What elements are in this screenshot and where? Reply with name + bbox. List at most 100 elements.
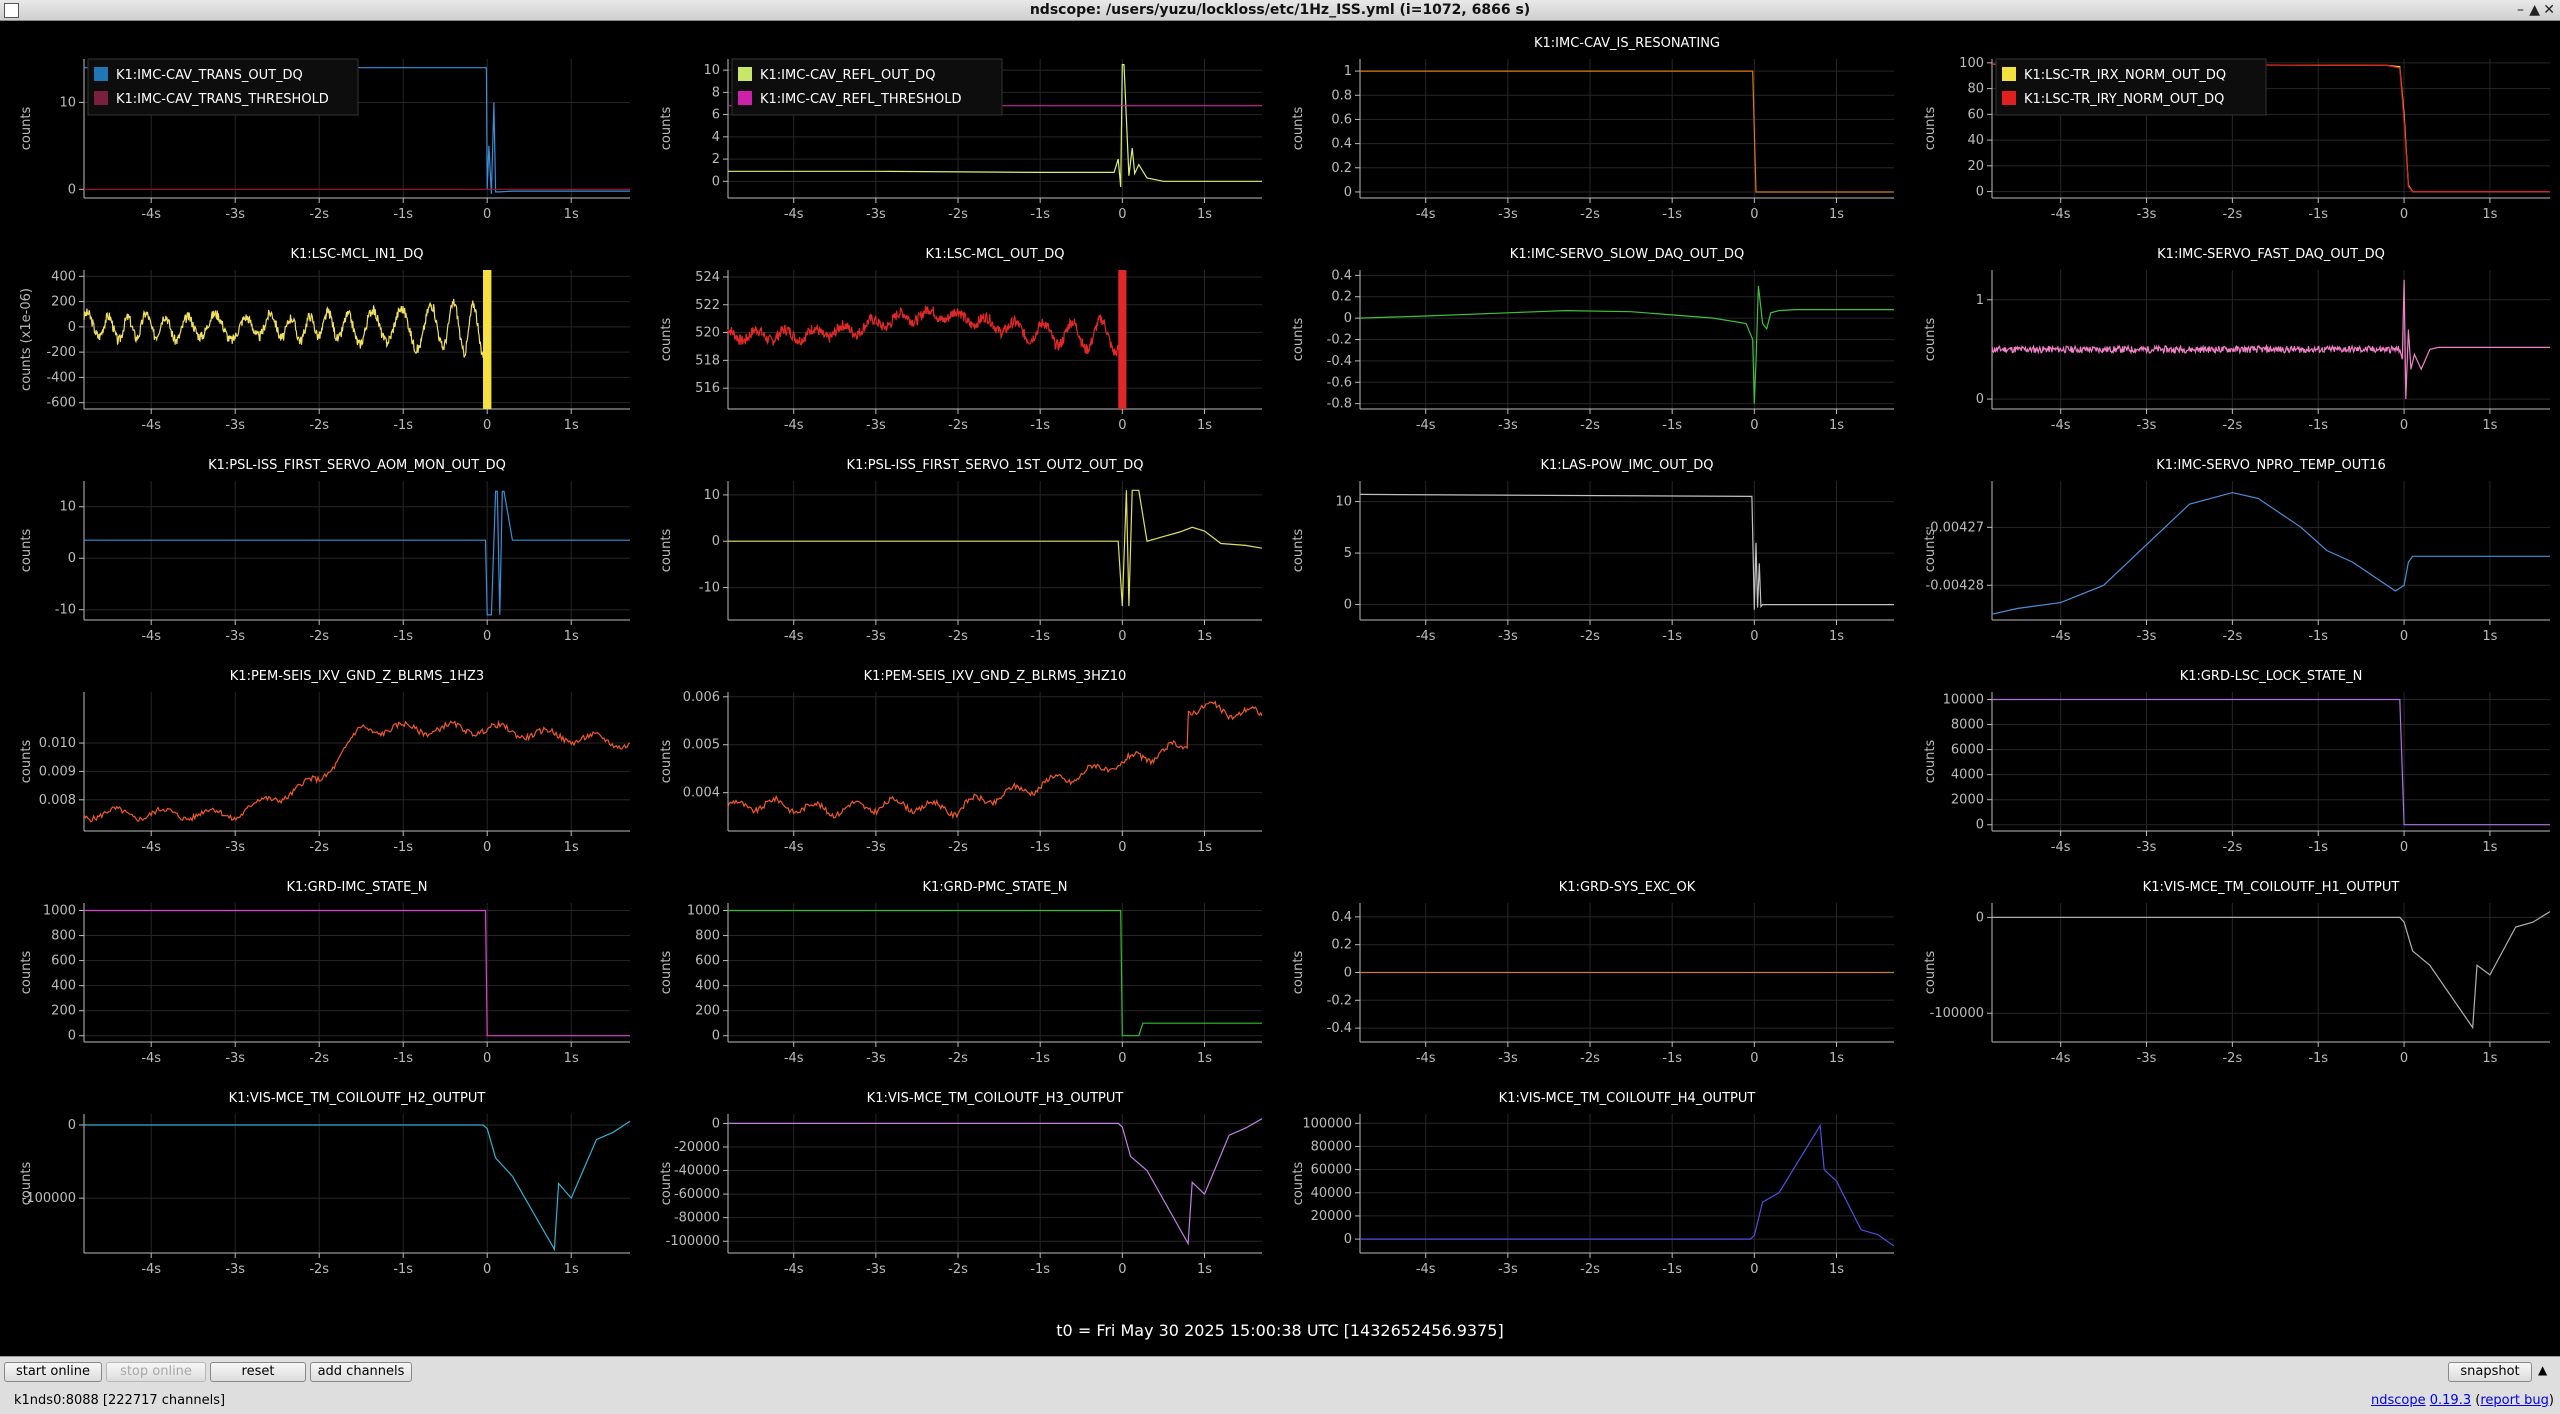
x-tick-label: -3s	[225, 418, 245, 433]
y-tick-label: 400	[695, 979, 720, 994]
y-tick-label: 1000	[43, 904, 76, 919]
plot-4[interactable]: -4s -3s -2s -1s 0 1s -600 -400 -200 0 200 400 counts…	[19, 247, 630, 433]
y-axis-label: counts	[1291, 107, 1306, 151]
plot-15[interactable]: -4s -3s -2s -1s 0 1s 0 2000 4000 6000 8000 10000 cou…	[1923, 669, 2550, 855]
snapshot-button[interactable]: snapshot	[2448, 1362, 2532, 1382]
y-axis-label: counts	[1923, 951, 1938, 995]
x-tick-label: -2s	[309, 840, 329, 855]
plot-7[interactable]: -4s -3s -2s -1s 0 1s 0 1 counts K1:IMC-SERVO_FAST…	[1923, 247, 2550, 433]
x-tick-label: -2s	[948, 629, 968, 644]
y-tick-label: 100000	[1302, 1116, 1352, 1131]
series-line	[1991, 279, 2550, 400]
y-tick-label: 80000	[1311, 1139, 1352, 1154]
x-tick-label: -2s	[1580, 629, 1600, 644]
plot-19[interactable]: -4s -3s -2s -1s 0 1s -100000 0 counts K1:VIS-MCE_…	[1923, 880, 2551, 1066]
close-icon[interactable]: ✕	[2543, 2, 2555, 18]
y-tick-label: -0.4	[1327, 1021, 1352, 1036]
version-link[interactable]: 0.19.3	[2430, 1393, 2471, 1408]
x-tick-label: -4s	[784, 1262, 804, 1277]
x-tick-label: -1s	[1030, 1262, 1050, 1277]
add-channels-button[interactable]: add channels	[310, 1362, 412, 1382]
y-tick-label: -400	[46, 370, 76, 385]
x-tick-label: -3s	[2137, 629, 2157, 644]
x-tick-label: -2s	[1580, 1262, 1600, 1277]
legend-label: K1:LSC-TR_IRX_NORM_OUT_DQ	[2024, 68, 2226, 83]
x-tick-label: 1s	[1197, 207, 1212, 222]
plot-3[interactable]: -4s -3s -2s -1s 0 1s 0 20 40 60 80 100 counts K1:LSC-…	[1923, 56, 2550, 222]
plot-6[interactable]: -4s -3s -2s -1s 0 1s -0.8 -0.6 -0.4 -0.2 0 0.2 0.4 co…	[1291, 247, 1894, 433]
x-tick-label: -4s	[1416, 629, 1436, 644]
x-tick-label: 1s	[2482, 1051, 2497, 1066]
plot-18[interactable]: -4s -3s -2s -1s 0 1s -0.4 -0.2 0 0.2 0.4 counts K1:G…	[1291, 880, 1894, 1066]
plot-11[interactable]: -4s -3s -2s -1s 0 1s-0.00428-0.00427countsK1:…	[1923, 458, 2550, 644]
x-tick-label: -1s	[1030, 629, 1050, 644]
plot-5[interactable]: -4s -3s -2s -1s 0 1s 516 518 520 522 524 counts K1:L…	[659, 247, 1262, 433]
y-tick-label: 522	[695, 298, 720, 313]
plot-2[interactable]: -4s -3s -2s -1s 0 1s 0 0.2 0.4 0.6 0.8 1 counts K1:IM…	[1291, 36, 1894, 222]
y-tick-label: -600	[46, 396, 76, 411]
maximize-icon[interactable]: ▲	[2529, 2, 2540, 18]
x-tick-label: -3s	[225, 1262, 245, 1277]
plot-0[interactable]: -4s -3s -2s -1s 0 1s 0 10 counts K1:IMC-CAV_TRANS…	[19, 58, 630, 222]
x-tick-label: -4s	[784, 418, 804, 433]
y-tick-label: 10	[703, 488, 720, 503]
x-tick-label: -2s	[1580, 1051, 1600, 1066]
app-link[interactable]: ndscope	[2371, 1393, 2426, 1408]
minimize-icon[interactable]: –	[2517, 2, 2524, 18]
collapse-icon[interactable]: ▲	[2538, 1363, 2547, 1377]
y-tick-label: 0	[712, 1116, 720, 1131]
x-tick-label: 1s	[2482, 840, 2497, 855]
y-tick-label: 0	[1344, 1232, 1352, 1247]
plots-canvas[interactable]: -4s -3s -2s -1s 0 1s 0 10 counts K1:IMC-CAV_TRANS…	[0, 21, 2560, 1321]
x-tick-label: -4s	[141, 418, 161, 433]
legend-swatch	[2002, 67, 2016, 81]
y-tick-label: 6	[712, 108, 720, 123]
x-tick-label: 0	[2400, 629, 2408, 644]
series-line	[728, 909, 1262, 1037]
series-line	[1992, 911, 2551, 1030]
x-tick-label: -1s	[1030, 207, 1050, 222]
y-tick-label: 60000	[1311, 1163, 1352, 1178]
x-tick-label: -4s	[2051, 207, 2071, 222]
y-tick-label: -100000	[666, 1234, 720, 1249]
plot-9[interactable]: -4s -3s -2s -1s 0 1s -10 0 10 counts K1:PSL-ISS_FI…	[659, 458, 1263, 644]
window-titlebar[interactable]: ndscope: /users/yuzu/lockloss/etc/1Hz_IS…	[0, 0, 2560, 21]
x-tick-label: -4s	[784, 840, 804, 855]
x-tick-label: -4s	[141, 629, 161, 644]
plot-10[interactable]: -4s -3s -2s -1s 0 1s 0 5 10 counts K1:LAS-POW_IMC_…	[1291, 458, 1894, 644]
start-online-button[interactable]: start online	[4, 1362, 102, 1382]
plot-20[interactable]: -4s -3s -2s -1s 0 1s-1000000countsK1:VIS-MCE_…	[19, 1091, 631, 1277]
plot-22[interactable]: -4s -3s -2s -1s 0 1s 0 20000 40000 60000 80000 1000…	[1291, 1091, 1895, 1277]
y-tick-label: 516	[695, 381, 720, 396]
x-tick-label: -2s	[2222, 1051, 2242, 1066]
legend-label: K1:IMC-CAV_REFL_OUT_DQ	[760, 68, 935, 83]
series-line	[84, 909, 630, 1037]
y-tick-label: 4	[712, 130, 720, 145]
y-tick-label: 0.004	[683, 786, 720, 801]
plot-12[interactable]: -4s -3s -2s -1s 0 1s 0.008 0.009 0.010 counts K1:P…	[19, 669, 631, 855]
y-tick-label: 0.006	[683, 690, 720, 705]
plot-8[interactable]: -4s -3s -2s -1s 0 1s -10 0 10 counts K1:PSL-ISS_FI…	[19, 458, 630, 644]
y-tick-label: 5	[1344, 546, 1352, 561]
plot-16[interactable]: -4s -3s -2s -1s 0 1s 0 200 400 600 800 1000 counts K1…	[19, 880, 630, 1066]
plot-1[interactable]: -4s -3s -2s -1s 0 1s 0 2 4 6 8 10 counts K1:IMC-CAV_R…	[659, 58, 1262, 222]
window-title: ndscope: /users/yuzu/lockloss/etc/1Hz_IS…	[1029, 2, 1531, 18]
series-line	[728, 489, 1263, 607]
x-tick-label: -3s	[2137, 1051, 2157, 1066]
plot-title: K1:PSL-ISS_FIRST_SERVO_1ST_OUT2_OUT_DQ	[847, 458, 1144, 473]
plot-17[interactable]: -4s -3s -2s -1s 0 1s 0 200 400 600 800 1000 counts K1…	[659, 880, 1262, 1066]
y-tick-label: -0.2	[1327, 993, 1352, 1008]
y-axis-label: counts	[1291, 1162, 1306, 1206]
legend-label: K1:IMC-CAV_TRANS_THRESHOLD	[116, 92, 329, 107]
report-bug-link[interactable]: report bug	[2480, 1393, 2549, 1408]
reset-button[interactable]: reset	[210, 1362, 306, 1382]
x-tick-label: -4s	[141, 840, 161, 855]
plot-grid[interactable]: -4s -3s -2s -1s 0 1s 0 10 counts K1:IMC-CAV_TRANS…	[0, 21, 2560, 1356]
stop-online-button[interactable]: stop online	[106, 1362, 206, 1382]
y-tick-label: 0	[1976, 818, 1984, 833]
plot-21[interactable]: -4s -3s -2s -1s 0 1s -100000 -80000 -60000 -40000…	[659, 1091, 1263, 1277]
plot-13[interactable]: -4s -3s -2s -1s 0 1s 0.004 0.005 0.006 counts K1:P…	[659, 669, 1263, 855]
y-tick-label: 6000	[1951, 743, 1984, 758]
x-tick-label: -2s	[2222, 207, 2242, 222]
x-tick-label: 1s	[1829, 207, 1844, 222]
